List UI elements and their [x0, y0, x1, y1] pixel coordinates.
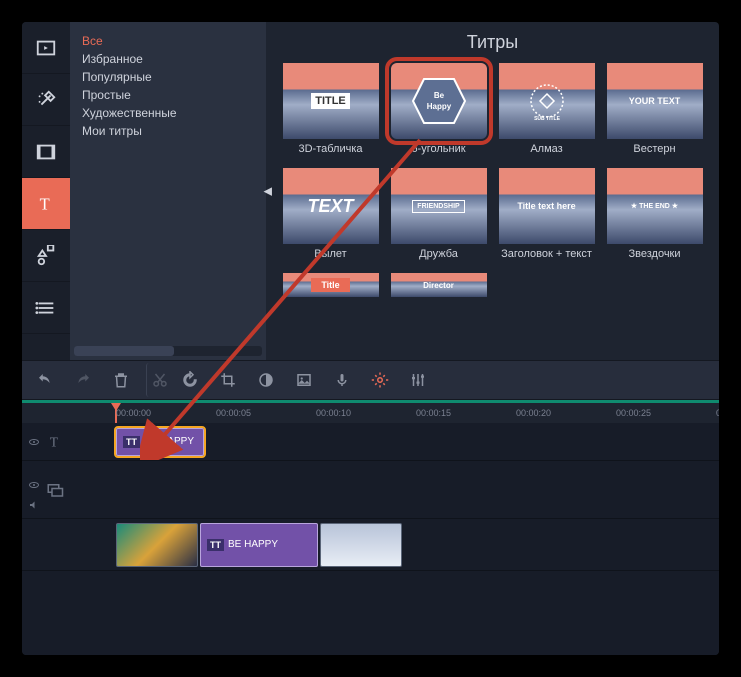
video-clip[interactable]: [320, 523, 402, 567]
title-preset[interactable]: Title text hereЗаголовок + текст: [499, 168, 595, 261]
category-item[interactable]: Избранное: [82, 50, 254, 68]
title-preset[interactable]: Director: [391, 273, 487, 297]
title-preset-hexagon[interactable]: BeHappy6-угольник: [391, 63, 487, 156]
category-item[interactable]: Популярные: [82, 68, 254, 86]
panel-title: Титры: [274, 32, 711, 53]
app-window: T Все Избранное Популярные Простые Худож…: [22, 22, 719, 655]
titles-tool[interactable]: T: [22, 178, 70, 230]
title-clip[interactable]: TTBE HAPPY: [116, 428, 204, 456]
category-sidebar: Все Избранное Популярные Простые Художес…: [70, 22, 266, 360]
svg-text:Happy: Happy: [426, 102, 451, 111]
title-preset[interactable]: FRIENDSHIPДружба: [391, 168, 487, 261]
top-area: T Все Избранное Популярные Простые Худож…: [22, 22, 719, 360]
titles-gallery: Титры TITLE3D-табличка BeHappy6-угольник…: [266, 22, 719, 360]
video-clip[interactable]: [116, 523, 198, 567]
mic-button[interactable]: [325, 363, 359, 397]
title-preset[interactable]: TEXTВылет: [283, 168, 379, 261]
collapse-icon[interactable]: ◀: [264, 185, 272, 198]
undo-button[interactable]: [28, 363, 62, 397]
cut-button[interactable]: [146, 363, 169, 397]
text-icon: T: [46, 433, 64, 451]
delete-button[interactable]: [104, 363, 138, 397]
tt-badge: TT: [207, 539, 224, 551]
side-toolbar: T: [22, 22, 70, 360]
category-list: Все Избранное Популярные Простые Художес…: [70, 22, 266, 346]
title-preset[interactable]: SUB TITLEАлмаз: [499, 63, 595, 156]
rotate-button[interactable]: [173, 363, 207, 397]
redo-button[interactable]: [66, 363, 100, 397]
tt-badge: TT: [123, 436, 140, 448]
timeline-ruler[interactable]: 00:00:00 00:00:05 00:00:10 00:00:15 00:0…: [22, 403, 719, 423]
category-item[interactable]: Художественные: [82, 104, 254, 122]
settings-button[interactable]: [363, 363, 397, 397]
title-preset[interactable]: ★ THE END ★Звездочки: [607, 168, 703, 261]
svg-text:T: T: [50, 434, 59, 449]
category-item[interactable]: Простые: [82, 86, 254, 104]
category-scrollbar[interactable]: [74, 346, 262, 356]
svg-text:T: T: [40, 194, 50, 213]
timeline-tracks: T TTBE HAPPY TTBE HAPPY: [22, 423, 719, 655]
visibility-icon[interactable]: [28, 479, 40, 491]
title-preset[interactable]: TITLE3D-табличка: [283, 63, 379, 156]
thumbnail-grid: TITLE3D-табличка BeHappy6-угольник SUB T…: [274, 63, 711, 297]
crop-button[interactable]: [211, 363, 245, 397]
timeline-toolbar: [22, 360, 719, 400]
svg-text:Be: Be: [433, 91, 444, 100]
overlay-track[interactable]: [22, 461, 719, 519]
video-track[interactable]: TTBE HAPPY: [22, 519, 719, 571]
media-tool[interactable]: [22, 22, 70, 74]
transitions-tool[interactable]: [22, 126, 70, 178]
category-item[interactable]: Мои титры: [82, 122, 254, 140]
title-track-1[interactable]: T TTBE HAPPY: [22, 423, 719, 461]
category-item[interactable]: Все: [82, 32, 254, 50]
color-button[interactable]: [249, 363, 283, 397]
overlay-icon: [46, 481, 64, 499]
title-preset[interactable]: YOUR TEXTВестерн: [607, 63, 703, 156]
equalizer-button[interactable]: [401, 363, 435, 397]
title-preset[interactable]: Title: [283, 273, 379, 297]
svg-text:SUB TITLE: SUB TITLE: [534, 116, 560, 122]
audio-icon[interactable]: [28, 499, 40, 511]
image-button[interactable]: [287, 363, 321, 397]
effects-tool[interactable]: [22, 74, 70, 126]
visibility-icon[interactable]: [28, 436, 40, 448]
more-tool[interactable]: [22, 282, 70, 334]
title-clip-2[interactable]: TTBE HAPPY: [200, 523, 318, 567]
stickers-tool[interactable]: [22, 230, 70, 282]
